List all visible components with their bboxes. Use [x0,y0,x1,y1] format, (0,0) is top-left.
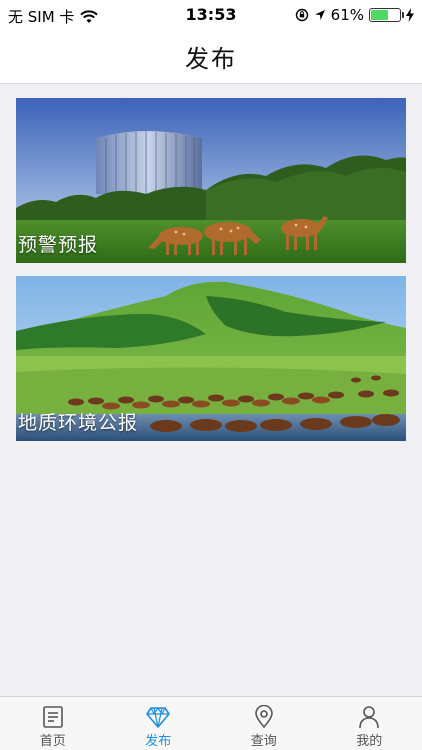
tab-query[interactable]: 查询 [211,697,317,750]
battery-fill [371,10,389,20]
tab-home[interactable]: 首页 [0,697,106,750]
location-pin-icon [254,705,273,729]
tab-label: 首页 [39,734,66,749]
location-arrow-icon [314,10,325,20]
tab-publish[interactable]: 发布 [106,697,212,750]
charging-bolt-icon [406,8,414,22]
card-geological-bulletin[interactable]: 地质环境公报 [16,276,406,441]
rotation-lock-icon [295,8,308,22]
card-label: 预警预报 [18,234,99,256]
card-label: 地质环境公报 [18,412,139,434]
tab-mine[interactable]: 我的 [317,697,422,750]
person-icon [359,706,380,729]
status-bar: 无 SIM 卡 13:53 61% [0,0,422,30]
battery-percent: 61% [330,6,364,24]
nav-bar: 发布 [0,30,422,84]
status-right: 61% [295,6,414,24]
tab-label: 查询 [250,734,277,749]
tab-label: 发布 [145,734,172,749]
card-warning-forecast[interactable]: 预警预报 [16,98,406,263]
tab-bar: 首页 发布 查询 我的 [0,696,422,750]
page-title: 发布 [185,45,237,73]
tab-label: 我的 [356,734,383,749]
battery-icon [369,8,404,22]
news-icon [42,706,63,728]
diamond-icon [146,707,171,728]
